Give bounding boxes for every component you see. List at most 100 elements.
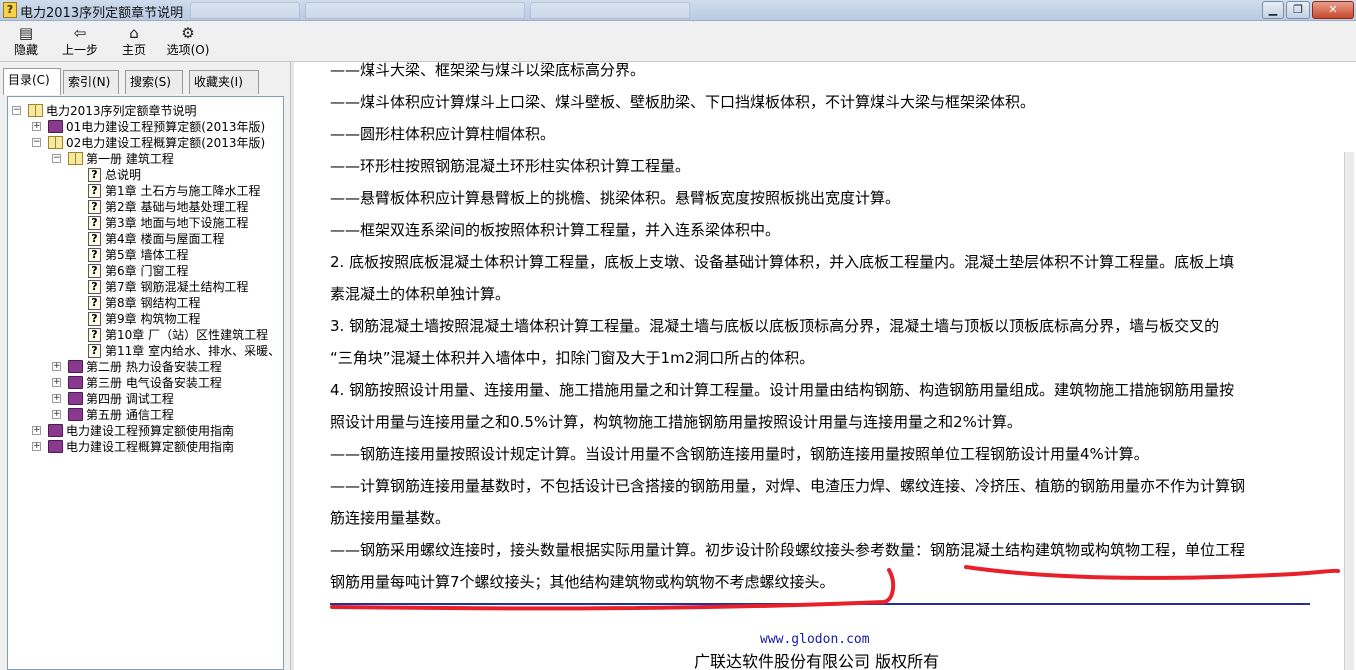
paragraph: ——钢筋采用螺纹连接时，接头数量根据实际用量计算。初步设计阶段螺纹接头参考数量：… (330, 541, 1246, 559)
open-book-icon (28, 104, 43, 117)
tree-label: 第二册 热力设备安装工程 (86, 360, 222, 374)
paragraph: 筋连接用量基数。 (330, 509, 451, 527)
tree-label: 第10章 厂（站）区性建筑工程 (105, 328, 269, 342)
tree-node-guide2[interactable]: + 电力建设工程概算定额使用指南 (8, 439, 283, 455)
tree-label: 第五册 通信工程 (86, 408, 174, 422)
tree-topic-ch4[interactable]: ? 第4章 楼面与屋面工程 (8, 231, 283, 247)
tree-label: 第8章 钢结构工程 (105, 296, 201, 310)
paragraph: ——计算钢筋连接用量基数时，不包括设计已含搭接的钢筋用量，对焊、电渣压力焊、螺纹… (330, 477, 1246, 495)
paragraph: ——煤斗体积应计算煤斗上口梁、煤斗壁板、壁板肋梁、下口挡煤板体积，不计算煤斗大梁… (330, 93, 1036, 111)
tree-topic-ch1[interactable]: ? 第1章 土石方与施工降水工程 (8, 183, 283, 199)
tree-topic-ch11[interactable]: ? 第11章 室内给水、排水、采暖、 (8, 343, 283, 359)
tree-node-vol3[interactable]: + 第三册 电气设备安装工程 (8, 375, 283, 391)
closed-book-icon (68, 376, 83, 389)
help-topic-icon: ? (88, 232, 101, 246)
close-button[interactable]: ✕ (1312, 1, 1354, 19)
hide-button[interactable]: ▤ 隐藏 (0, 23, 52, 60)
closed-book-icon (68, 392, 83, 405)
tree-label: 第四册 调试工程 (86, 392, 174, 406)
expand-toggle[interactable]: + (32, 122, 41, 131)
tree-node-root[interactable]: − 电力2013序列定额章节说明 (8, 103, 283, 119)
tree-node-guide1[interactable]: + 电力建设工程预算定额使用指南 (8, 423, 283, 439)
back-label: 上一步 (61, 43, 98, 57)
help-topic-icon: ? (88, 168, 101, 182)
tree-label: 第一册 建筑工程 (86, 152, 174, 166)
tree-topic-ch8[interactable]: ? 第8章 钢结构工程 (8, 295, 283, 311)
background-tab (190, 2, 300, 19)
tree-node-vol1[interactable]: − 第一册 建筑工程 (8, 151, 283, 167)
expand-toggle[interactable]: + (52, 378, 61, 387)
tab-contents[interactable]: 目录(C) (3, 68, 61, 95)
expand-toggle[interactable]: + (52, 410, 61, 419)
paragraph: ——圆形柱体积应计算柱帽体积。 (330, 125, 556, 143)
open-book-icon (68, 152, 83, 165)
expand-toggle[interactable]: + (32, 442, 41, 451)
tree-topic-ch5[interactable]: ? 第5章 墙体工程 (8, 247, 283, 263)
back-button[interactable]: ⇦ 上一步 (54, 23, 106, 60)
tab-search[interactable]: 搜索(S) (125, 70, 183, 94)
expand-toggle[interactable]: + (32, 426, 41, 435)
tree-topic-general[interactable]: ? 总说明 (8, 167, 283, 183)
help-topic-icon: ? (88, 184, 101, 198)
tab-index[interactable]: 索引(N) (63, 70, 119, 94)
tree-label: 第9章 构筑物工程 (105, 312, 201, 326)
expand-toggle[interactable]: + (52, 362, 61, 371)
tree-topic-ch3[interactable]: ? 第3章 地面与地下设施工程 (8, 215, 283, 231)
footer-link[interactable]: www.glodon.com (760, 632, 870, 647)
paragraph: ——环形柱按照钢筋混凝土环形柱实体积计算工程量。 (330, 157, 691, 175)
tab-favorites[interactable]: 收藏夹(I) (189, 70, 259, 94)
expand-toggle[interactable]: + (52, 394, 61, 403)
tree-topic-ch10[interactable]: ? 第10章 厂（站）区性建筑工程 (8, 327, 283, 343)
home-button[interactable]: ⌂ 主页 (108, 23, 160, 60)
tree-label: 第1章 土石方与施工降水工程 (105, 184, 261, 198)
title-bar: ? 电力2013序列定额章节说明 ▁ ❐ ✕ (0, 0, 1356, 21)
collapse-toggle[interactable]: − (32, 138, 41, 147)
window-title: 电力2013序列定额章节说明 (20, 6, 184, 21)
vertical-scrollbar[interactable] (1342, 62, 1356, 670)
scrollbar-thumb[interactable] (1344, 152, 1354, 670)
options-label: 选项(O) (166, 43, 210, 57)
tree-topic-ch9[interactable]: ? 第9章 构筑物工程 (8, 311, 283, 327)
topic-content: ——煤斗大梁、框架梁与煤斗以梁底标高分界。 ——煤斗体积应计算煤斗上口梁、煤斗壁… (294, 62, 1356, 670)
collapse-toggle[interactable]: − (52, 154, 61, 163)
tree-topic-ch6[interactable]: ? 第6章 门窗工程 (8, 263, 283, 279)
tree-label: 电力2013序列定额章节说明 (46, 104, 197, 118)
paragraph: “三角块”混凝土体积并入墙体中，扣除门窗及大于1m2洞口所占的体积。 (330, 349, 815, 367)
tree-label: 电力建设工程预算定额使用指南 (66, 424, 235, 438)
toolbar: ▤ 隐藏 ⇦ 上一步 ⌂ 主页 ⚙ 选项(O) (0, 21, 1356, 62)
navigation-pane: 目录(C) 索引(N) 搜索(S) 收藏夹(I) − 电力2013序列定额章节说… (0, 62, 290, 670)
help-app-icon: ? (3, 2, 17, 18)
paragraph: ——悬臂板体积应计算悬臂板上的挑檐、挑梁体积。悬臂板宽度按照板挑出宽度计算。 (330, 189, 901, 207)
tree-topic-ch2[interactable]: ? 第2章 基础与地基处理工程 (8, 199, 283, 215)
background-tab (530, 2, 690, 19)
options-icon: ⚙ (181, 24, 195, 42)
tree-node-01[interactable]: + 01电力建设工程预算定额(2013年版) (8, 119, 283, 135)
footer-rule (330, 603, 1310, 605)
tree-node-vol2[interactable]: + 第二册 热力设备安装工程 (8, 359, 283, 375)
closed-book-icon (48, 424, 63, 437)
closed-book-icon (48, 120, 63, 133)
copyright-text: 广联达软件股份有限公司 版权所有 (694, 652, 940, 670)
paragraph: 3. 钢筋混凝土墙按照混凝土墙体积计算工程量。混凝土墙与底板以底板顶标高分界，混… (330, 317, 1220, 335)
paragraph: ——框架双连系梁间的板按照体积计算工程量，并入连系梁体积中。 (330, 221, 781, 239)
tree-label: 第7章 钢筋混凝土结构工程 (105, 280, 249, 294)
help-topic-icon: ? (88, 264, 101, 278)
paragraph: 照设计用量与连接用量之和0.5%计算，构筑物施工措施钢筋用量按照设计用量与连接用… (330, 413, 1022, 431)
collapse-toggle[interactable]: − (12, 106, 21, 115)
help-topic-icon: ? (88, 344, 101, 358)
minimize-button[interactable]: ▁ (1262, 1, 1284, 19)
tree-node-vol4[interactable]: + 第四册 调试工程 (8, 391, 283, 407)
tree-node-02[interactable]: − 02电力建设工程概算定额(2013年版) (8, 135, 283, 151)
options-button[interactable]: ⚙ 选项(O) (162, 23, 214, 60)
contents-tree: − 电力2013序列定额章节说明 + 01电力建设工程预算定额(2013年版) … (7, 96, 284, 670)
help-topic-icon: ? (88, 248, 101, 262)
tree-label: 第4章 楼面与屋面工程 (105, 232, 225, 246)
closed-book-icon (68, 360, 83, 373)
tree-label: 第11章 室内给水、排水、采暖、 (105, 344, 281, 358)
tree-topic-ch7[interactable]: ? 第7章 钢筋混凝土结构工程 (8, 279, 283, 295)
closed-book-icon (68, 408, 83, 421)
home-label: 主页 (121, 43, 146, 57)
tree-node-vol5[interactable]: + 第五册 通信工程 (8, 407, 283, 423)
maximize-button[interactable]: ❐ (1286, 1, 1310, 19)
help-topic-icon: ? (88, 200, 101, 214)
